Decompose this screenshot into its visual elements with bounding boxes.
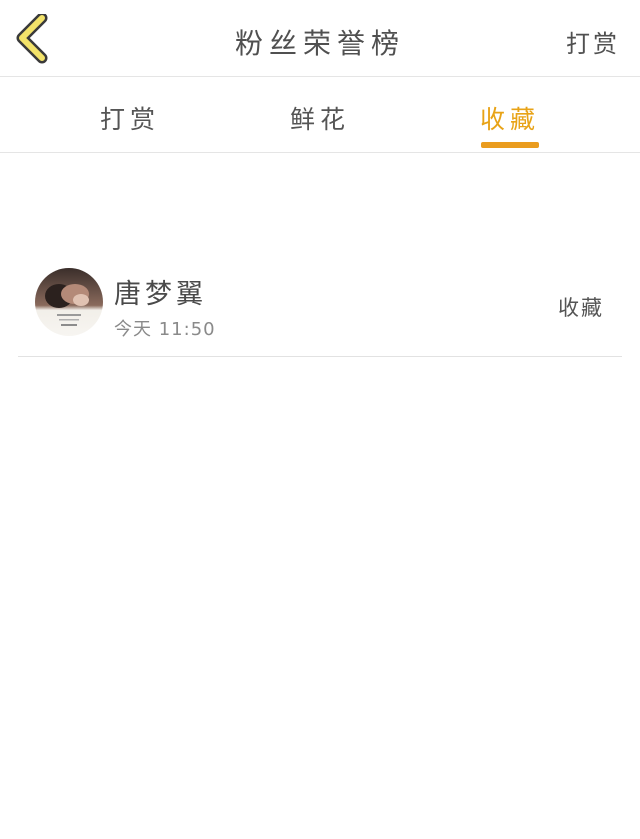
tab-label: 打赏 — [99, 105, 160, 134]
tab-label: 收藏 — [479, 105, 540, 134]
reward-button[interactable]: 打赏 — [566, 24, 620, 59]
tab-flowers[interactable]: 鲜花 — [250, 77, 390, 152]
fan-list: 唐梦翼 今天 11:50 收藏 — [0, 254, 640, 357]
list-item[interactable]: 唐梦翼 今天 11:50 收藏 — [18, 254, 622, 357]
user-name[interactable]: 唐梦翼 — [114, 272, 207, 311]
active-tab-indicator — [481, 142, 539, 148]
back-button[interactable] — [14, 12, 54, 64]
page-title: 粉丝荣誉榜 — [234, 27, 405, 60]
tab-favorites[interactable]: 收藏 — [440, 77, 580, 152]
tab-reward[interactable]: 打赏 — [60, 77, 200, 152]
top-navbar: 粉丝荣誉榜 打赏 — [0, 0, 640, 77]
tab-label: 鲜花 — [289, 105, 350, 134]
avatar[interactable] — [35, 268, 103, 336]
tab-bar: 打赏 鲜花 收藏 — [0, 77, 640, 153]
action-label: 收藏 — [558, 296, 604, 320]
avatar-image — [35, 268, 103, 336]
chevron-left-icon — [16, 12, 48, 64]
timestamp: 今天 11:50 — [114, 319, 216, 340]
